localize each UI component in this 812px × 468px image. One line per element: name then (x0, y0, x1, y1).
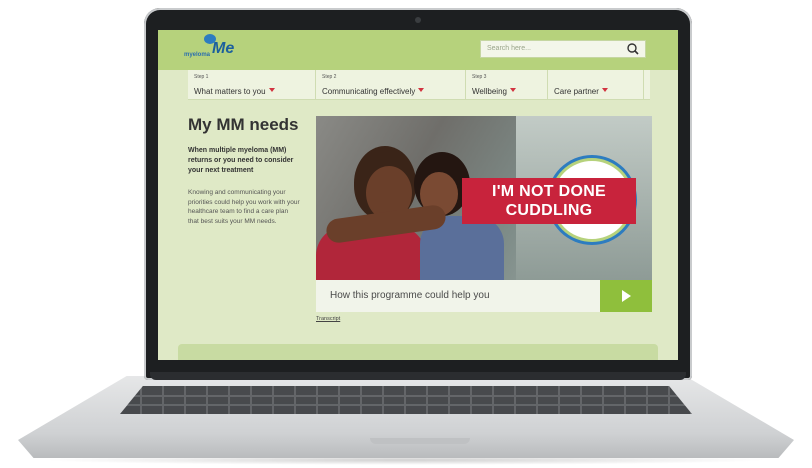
video-cta-label: How this programme could help you (330, 290, 490, 301)
laptop-screen: myeloma Me Search here... Step 1 What ma… (158, 30, 678, 360)
nav-step-label: Step 1 (194, 74, 209, 80)
intro-column: My MM needs When multiple myeloma (MM) r… (188, 116, 300, 226)
nav-step-label: Step 3 (472, 74, 487, 80)
hero-video[interactable]: I'M NOT DONE CUDDLING (316, 116, 652, 280)
banner-line-2: CUDDLING (505, 202, 593, 219)
nav-item-wellbeing[interactable]: Step 3 Wellbeing (466, 70, 548, 99)
caret-down-icon (601, 87, 608, 92)
caret-down-icon (509, 87, 516, 92)
laptop-lid: myeloma Me Search here... Step 1 What ma… (144, 8, 692, 380)
search-icon[interactable] (625, 42, 641, 56)
intro-text: When multiple myeloma (MM) returns or yo… (188, 147, 294, 174)
transcript-link[interactable]: Transcript (316, 316, 340, 322)
page-title: My MM needs (188, 115, 299, 134)
nav-item-care-partner[interactable]: Care partner (548, 70, 644, 99)
laptop-hinge (150, 372, 686, 380)
camera-icon (415, 17, 421, 23)
video-cta-bar[interactable]: How this programme could help you (316, 280, 652, 312)
logo-text-small: myeloma (184, 52, 211, 58)
search-placeholder: Search here... (487, 45, 531, 52)
search-input[interactable]: Search here... (480, 40, 646, 58)
nav-item-label: Communicating effectively (322, 87, 416, 96)
play-button[interactable] (600, 280, 652, 312)
laptop-keyboard (120, 386, 692, 414)
laptop-front-notch (370, 438, 470, 444)
logo-text-big: Me (212, 40, 235, 57)
next-section-strip (178, 344, 658, 360)
nav-item-label: What matters to you (194, 87, 266, 96)
nav-item-what-matters[interactable]: Step 1 What matters to you (188, 70, 316, 99)
caret-down-icon (418, 87, 425, 92)
body-text: Knowing and communicating your prioritie… (188, 189, 300, 225)
caret-down-icon (268, 87, 275, 92)
site-header: myeloma Me Search here... (158, 30, 678, 70)
nav-item-label: Care partner (554, 87, 599, 96)
hero-banner: I'M NOT DONE CUDDLING (462, 178, 636, 224)
site-logo[interactable]: myeloma Me (184, 34, 235, 58)
nav-step-label (554, 74, 637, 81)
nav-step-label: Step 2 (322, 74, 337, 80)
banner-line-1: I'M NOT DONE (491, 183, 607, 200)
play-icon (622, 290, 631, 302)
nav-item-label: Wellbeing (472, 87, 507, 96)
main-nav: Step 1 What matters to you Step 2 Commun… (188, 70, 650, 100)
nav-item-communicating[interactable]: Step 2 Communicating effectively (316, 70, 466, 99)
logo-swoosh-icon (204, 34, 216, 44)
